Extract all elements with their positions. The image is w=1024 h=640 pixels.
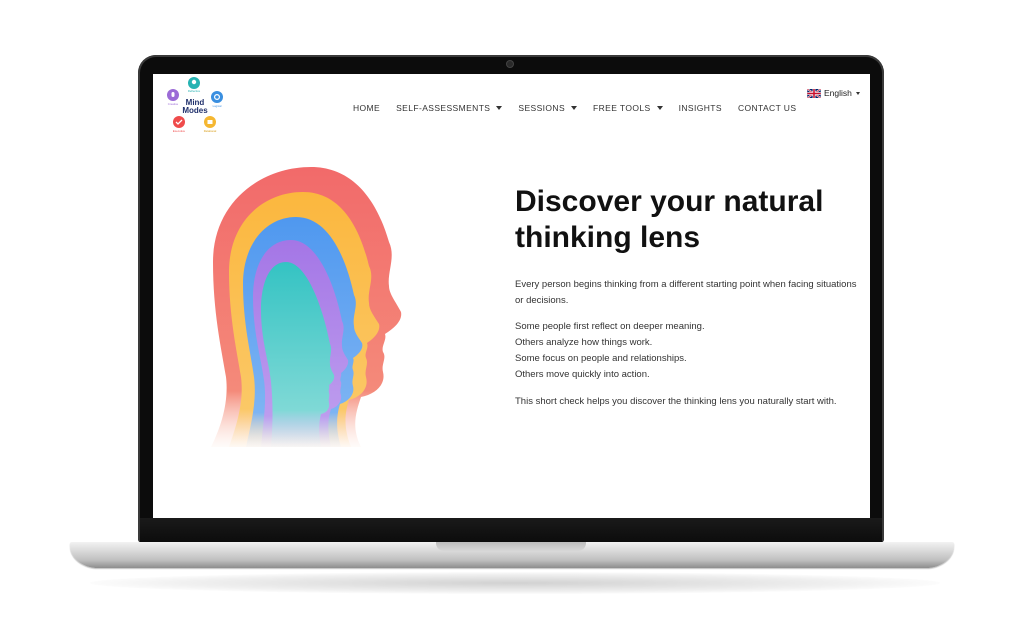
chevron-down-icon	[496, 106, 503, 110]
list-item: Some focus on people and relationships.	[515, 353, 687, 364]
svg-text:Logical: Logical	[213, 104, 222, 108]
closing-paragraph: This short check helps you discover the …	[515, 396, 837, 407]
svg-text:Executive: Executive	[173, 129, 186, 133]
chevron-down-icon	[571, 106, 578, 110]
svg-text:Creative: Creative	[168, 102, 179, 106]
nav-item-free-tools[interactable]: FREE TOOLS	[593, 103, 663, 113]
laptop-notch	[436, 542, 586, 551]
chevron-down-icon	[855, 91, 860, 95]
layered-heads-illustration	[211, 167, 402, 447]
nav-item-home[interactable]: HOME	[353, 103, 380, 113]
browser-viewport: Reflective Creative Logical Executive Re…	[153, 74, 870, 518]
svg-text:Reflective: Reflective	[188, 89, 201, 93]
uk-flag-icon	[807, 88, 821, 98]
language-label: English	[824, 88, 852, 98]
nav-item-insights[interactable]: INSIGHTS	[679, 103, 722, 113]
page-title-line2: thinking lens	[515, 221, 701, 254]
language-switcher[interactable]: English	[807, 88, 860, 98]
nav-item-label: INSIGHTS	[678, 103, 722, 113]
nav-item-label: FREE TOOLS	[593, 103, 651, 113]
thinking-styles-list: Some people first reflect on deeper mean…	[515, 319, 860, 383]
chevron-down-icon	[656, 106, 663, 110]
webcam-icon	[507, 61, 513, 67]
nav-item-label: SESSIONS	[518, 103, 566, 113]
list-item: Some people first reflect on deeper mean…	[515, 321, 705, 332]
page-title: Discover your natural thinking lens	[515, 184, 855, 256]
main-nav: HOME SELF-ASSESSMENTS SESSIONS FREE TOOL…	[353, 101, 812, 115]
nav-item-contact-us[interactable]: CONTACT US	[738, 103, 796, 113]
logo-text: Mind Modes	[180, 99, 210, 115]
list-item: Others move quickly into action.	[515, 369, 650, 380]
page-title-line1: Discover your natural	[515, 185, 824, 218]
nav-item-label: CONTACT US	[737, 103, 797, 113]
logo[interactable]: Reflective Creative Logical Executive Re…	[163, 76, 225, 136]
nav-item-self-assessments[interactable]: SELF-ASSESSMENTS	[396, 103, 503, 113]
nav-item-label: SELF-ASSESSMENTS	[396, 103, 491, 113]
intro-paragraph: Every person begins thinking from a diff…	[515, 279, 857, 306]
nav-item-sessions[interactable]: SESSIONS	[518, 103, 578, 113]
logo-text-line2: Modes	[182, 106, 208, 115]
svg-text:Relational: Relational	[204, 129, 217, 133]
nav-item-label: HOME	[353, 103, 381, 113]
laptop-bezel-bottom	[140, 518, 882, 544]
list-item: Others analyze how things work.	[515, 337, 653, 348]
laptop-shadow	[90, 572, 940, 594]
